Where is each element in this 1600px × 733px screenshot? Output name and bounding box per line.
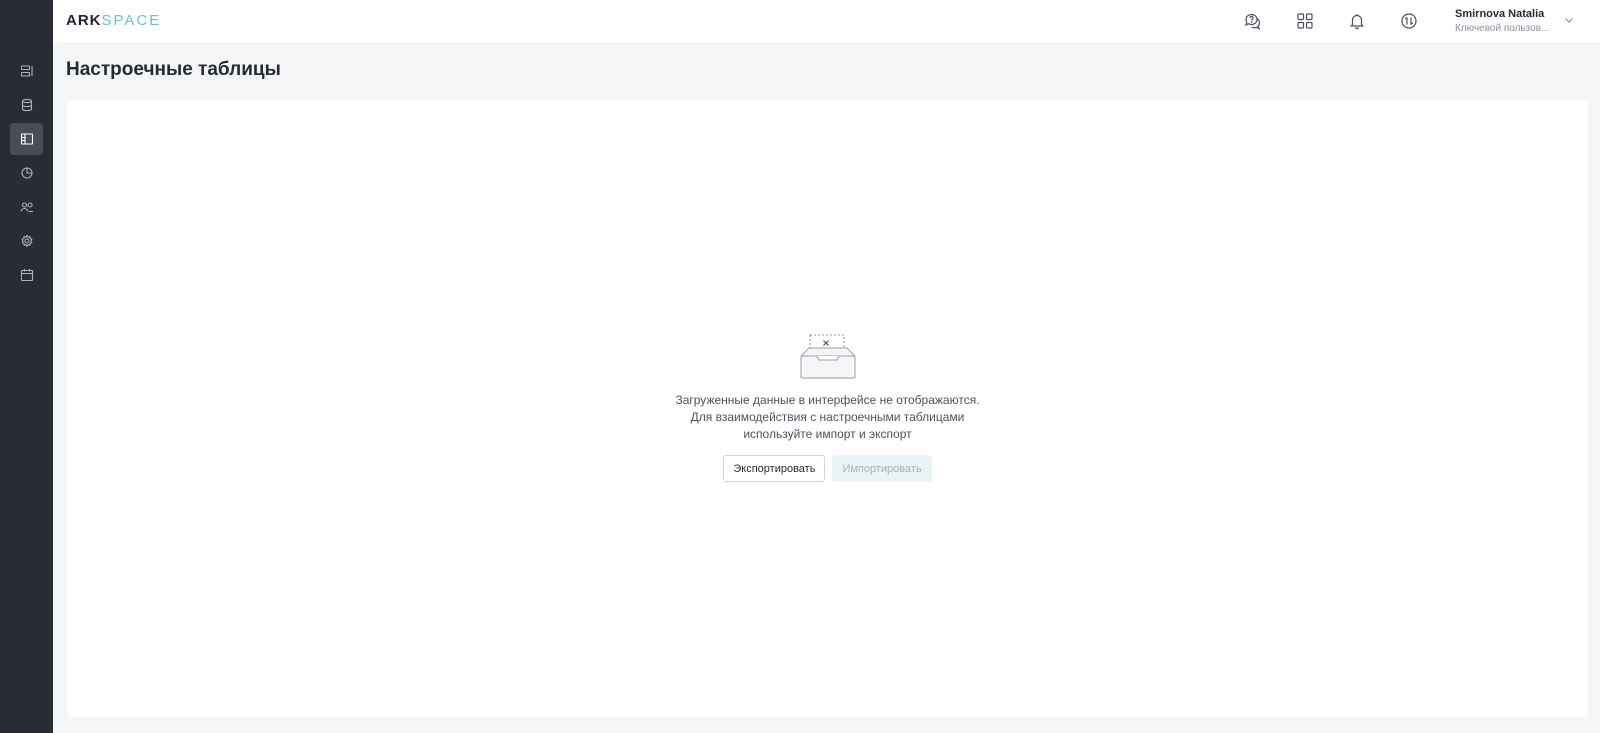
content-panel: Загруженные данные в интерфейсе не отобр… bbox=[67, 100, 1588, 717]
empty-state-actions: Экспортировать Импортировать bbox=[723, 455, 932, 482]
sidebar-item-dashboard[interactable] bbox=[10, 55, 43, 87]
sidebar-item-calendar[interactable] bbox=[10, 259, 43, 291]
import-button[interactable]: Импортировать bbox=[832, 455, 932, 482]
empty-box-icon bbox=[800, 334, 855, 379]
notifications-button[interactable] bbox=[1347, 11, 1367, 31]
help-chat-button[interactable] bbox=[1243, 11, 1263, 31]
empty-state-message: Загруженные данные в интерфейсе не отобр… bbox=[675, 392, 979, 443]
sidebar-item-reports[interactable] bbox=[10, 157, 43, 189]
logo-primary: ARK bbox=[66, 12, 102, 29]
table-settings-icon bbox=[20, 133, 33, 145]
dashboard-icon bbox=[20, 65, 33, 77]
database-icon bbox=[21, 98, 32, 112]
bell-icon bbox=[1350, 14, 1364, 30]
sidebar-item-users[interactable] bbox=[10, 191, 43, 223]
apps-grid-button[interactable] bbox=[1295, 11, 1315, 31]
help-chat-icon bbox=[1245, 13, 1261, 30]
sidebar-item-settings[interactable] bbox=[10, 225, 43, 257]
empty-state-line: используйте импорт и экспорт bbox=[743, 427, 912, 441]
empty-state-line: Загруженные данные в интерфейсе не отобр… bbox=[675, 393, 980, 407]
pie-chart-icon bbox=[20, 167, 33, 179]
chevron-down-icon[interactable] bbox=[1563, 14, 1575, 26]
logo-secondary: SPACE bbox=[101, 12, 162, 29]
empty-state-line: Для взаимодействия с настроечными таблиц… bbox=[690, 410, 965, 424]
sidebar-item-database[interactable] bbox=[10, 89, 43, 121]
top-header: ARKSPACE Smirnova Natalia Ключевой польз… bbox=[53, 0, 1600, 42]
sync-icon bbox=[1401, 13, 1417, 29]
calendar-icon bbox=[20, 269, 33, 282]
apps-grid-icon bbox=[1297, 13, 1313, 29]
page-title: Настроечные таблицы bbox=[66, 59, 281, 80]
sidebar-item-settings-tables[interactable] bbox=[10, 123, 43, 155]
sync-button[interactable] bbox=[1399, 11, 1419, 31]
sidebar bbox=[0, 0, 53, 733]
export-button[interactable]: Экспортировать bbox=[723, 455, 826, 482]
app-logo[interactable]: ARKSPACE bbox=[66, 12, 161, 29]
empty-state: Загруженные данные в интерфейсе не отобр… bbox=[67, 334, 1588, 482]
gear-icon bbox=[20, 234, 33, 248]
users-icon bbox=[19, 202, 33, 213]
